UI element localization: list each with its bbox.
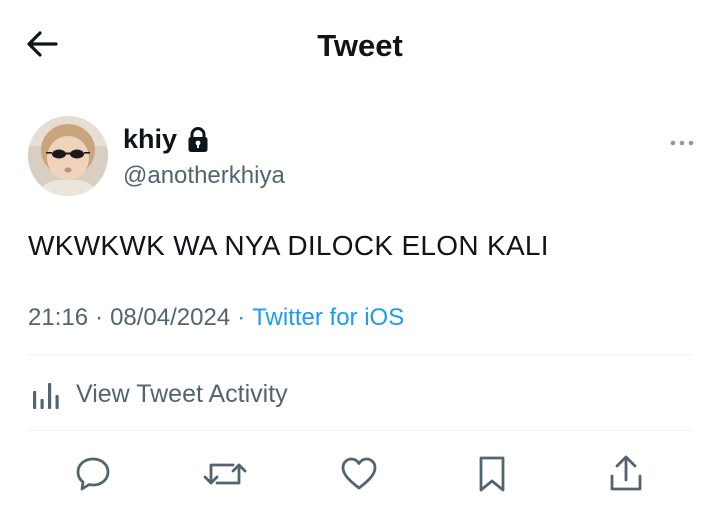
tweet-action-bar <box>0 448 720 500</box>
avatar-image <box>28 116 108 196</box>
retweet-button[interactable] <box>203 452 247 496</box>
author-handle: @anotherkhiya <box>123 162 285 189</box>
divider <box>28 354 692 355</box>
bar-chart-icon <box>33 383 59 409</box>
tweet-date: 08/04/2024 <box>110 304 231 331</box>
view-tweet-activity-label: View Tweet Activity <box>76 379 288 408</box>
tweet-text: WKWKWK WA NYA DILOCK ELON KALI <box>28 230 549 261</box>
bookmark-button[interactable] <box>470 452 514 496</box>
header-bar: Tweet <box>0 0 720 92</box>
tweet-source-link[interactable]: Twitter for iOS <box>252 304 404 332</box>
heart-icon <box>341 457 377 490</box>
like-button[interactable] <box>337 452 381 496</box>
lock-icon <box>187 126 209 153</box>
author-name-row[interactable]: khiy <box>123 124 209 155</box>
share-icon <box>610 455 642 491</box>
retweet-icon <box>203 463 247 485</box>
reply-button[interactable] <box>71 452 115 496</box>
share-button[interactable] <box>604 452 648 496</box>
reply-icon <box>76 457 110 491</box>
tweet-time: 21:16 <box>28 304 89 331</box>
meta-separator: · <box>237 304 246 331</box>
meta-separator: · <box>95 304 104 331</box>
author-name: khiy <box>123 124 178 154</box>
divider <box>28 430 692 431</box>
view-tweet-activity-button[interactable]: View Tweet Activity <box>28 372 288 416</box>
bookmark-icon <box>479 456 505 492</box>
more-options-button[interactable] <box>668 134 696 152</box>
tweet-meta: 21:16 · 08/04/2024 · Twitter for iOS <box>28 304 404 332</box>
page-title: Tweet <box>317 28 403 63</box>
avatar[interactable] <box>28 116 108 196</box>
more-horizontal-icon <box>670 140 694 146</box>
